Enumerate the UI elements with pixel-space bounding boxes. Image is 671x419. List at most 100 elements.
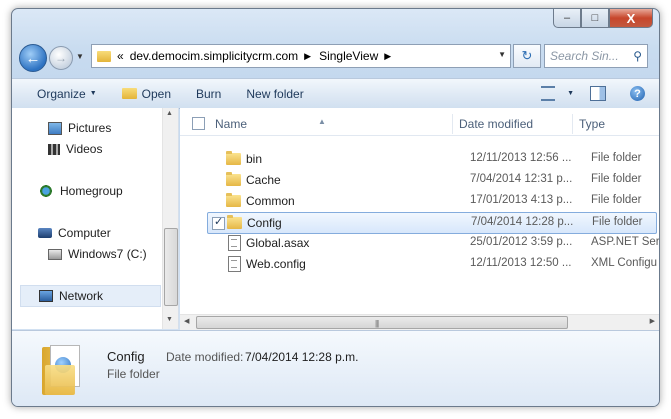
- file-type: File folder: [592, 216, 643, 228]
- sidebar-item-windows7[interactable]: Windows7 (C:): [48, 247, 147, 261]
- chevron-down-icon: ▼: [89, 90, 97, 97]
- maximize-button[interactable]: □: [581, 9, 609, 28]
- details-pane: Config File folder Date modified: 7/04/2…: [12, 330, 659, 406]
- details-item-type: File folder: [107, 367, 160, 381]
- open-icon: [121, 88, 137, 99]
- sidebar-scroll-thumb[interactable]: [164, 228, 178, 306]
- asax-file-icon: [228, 235, 241, 251]
- address-bar[interactable]: « dev.democim.simplicitycrm.com ▶ Single…: [91, 44, 511, 68]
- search-box[interactable]: Search Sin... ⚲: [544, 44, 648, 68]
- config-file-icon: [228, 256, 241, 272]
- burn-label: Burn: [196, 86, 222, 101]
- sidebar-item-videos[interactable]: Videos: [48, 142, 102, 156]
- column-divider[interactable]: [572, 114, 573, 134]
- sidebar-item-label: Windows7 (C:): [68, 247, 147, 261]
- sidebar-item-homegroup[interactable]: Homegroup: [38, 184, 123, 198]
- close-button[interactable]: X: [609, 9, 653, 28]
- new-folder-button[interactable]: New folder: [246, 87, 303, 101]
- network-icon: [39, 290, 53, 302]
- drive-icon: [48, 248, 62, 260]
- file-date: 12/11/2013 12:50 ...: [470, 257, 572, 269]
- organize-button[interactable]: Organize ▼: [37, 87, 97, 101]
- column-type[interactable]: Type: [579, 117, 605, 131]
- file-row-common[interactable]: Common 17/01/2013 4:13 p... File folder: [207, 191, 655, 211]
- change-view-icon[interactable]: [541, 86, 556, 101]
- horizontal-scroll-thumb[interactable]: |||: [196, 316, 568, 329]
- pictures-icon: [48, 121, 62, 135]
- file-row-global-asax[interactable]: Global.asax 25/01/2012 3:59 p... ASP.NET…: [207, 233, 659, 253]
- help-icon[interactable]: ?: [630, 86, 645, 101]
- videos-icon: [48, 143, 60, 155]
- sidebar-item-label: Videos: [66, 142, 103, 156]
- file-date: 25/01/2012 3:59 p...: [470, 236, 573, 248]
- open-label: Open: [141, 86, 171, 101]
- scroll-down-icon[interactable]: ▼: [166, 316, 173, 323]
- search-icon[interactable]: ⚲: [633, 49, 642, 63]
- file-type: File folder: [591, 173, 642, 185]
- window-controls: – □ X: [553, 9, 653, 28]
- scroll-up-icon[interactable]: ▲: [166, 110, 173, 117]
- column-name[interactable]: Name: [215, 117, 247, 131]
- file-type: File folder: [591, 194, 642, 206]
- row-checkbox[interactable]: ✓: [212, 216, 225, 230]
- details-date-label: Date modified:: [166, 350, 244, 364]
- file-row-bin[interactable]: bin 12/11/2013 12:56 ... File folder: [207, 149, 655, 169]
- horizontal-scrollbar[interactable]: ◀ ||| ▶: [180, 314, 659, 330]
- column-date-modified[interactable]: Date modified: [459, 117, 533, 131]
- folder-icon: [226, 151, 241, 165]
- refresh-button[interactable]: ↻: [513, 44, 541, 68]
- back-button[interactable]: ←: [19, 44, 47, 72]
- command-bar: Organize ▼ Open Burn New folder ▼ ?: [12, 78, 659, 109]
- explorer-window: – □ X ← → ▼ « dev.democim.simplicitycrm.…: [11, 8, 660, 407]
- file-row-config[interactable]: ✓ Config 7/04/2014 12:28 p... File folde…: [207, 212, 657, 234]
- folder-icon: [226, 172, 241, 186]
- folder-thumbnail-icon: [42, 343, 82, 395]
- column-divider[interactable]: [452, 114, 453, 134]
- sidebar-item-computer[interactable]: Computer: [38, 226, 111, 240]
- file-name: Web.config: [246, 257, 306, 271]
- sort-ascending-icon: ▲: [318, 117, 326, 126]
- breadcrumb-singleview[interactable]: SingleView: [319, 49, 378, 63]
- burn-button[interactable]: Burn: [196, 87, 221, 101]
- search-input[interactable]: Search Sin...: [550, 49, 633, 63]
- scroll-left-icon[interactable]: ◀: [184, 317, 189, 325]
- column-header: ▲ Name Date modified Type: [180, 111, 659, 136]
- preview-pane-icon[interactable]: [590, 86, 606, 101]
- chevron-right-icon[interactable]: ▶: [384, 51, 391, 62]
- recent-pages-dropdown[interactable]: ▼: [76, 52, 84, 61]
- file-name: Common: [246, 194, 295, 208]
- sidebar-scrollbar[interactable]: ▲ ▼: [162, 108, 178, 329]
- file-date: 7/04/2014 12:31 p...: [470, 173, 573, 185]
- sidebar-item-label: Computer: [58, 226, 111, 240]
- details-date-value: 7/04/2014 12:28 p.m.: [245, 350, 359, 364]
- sidebar-item-label: Homegroup: [60, 184, 123, 198]
- view-options-dropdown-icon[interactable]: ▼: [567, 90, 574, 97]
- sidebar-item-pictures[interactable]: Pictures: [48, 121, 111, 135]
- address-dropdown-icon[interactable]: ▼: [498, 50, 506, 59]
- file-type: File folder: [591, 152, 642, 164]
- file-date: 7/04/2014 12:28 p...: [471, 216, 574, 228]
- file-row-web-config[interactable]: Web.config 12/11/2013 12:50 ... XML Conf…: [207, 254, 658, 274]
- scroll-right-icon[interactable]: ▶: [650, 317, 655, 325]
- checkmark-icon: ✓: [214, 216, 224, 228]
- file-type: ASP.NET Serv: [591, 236, 660, 248]
- file-name: Config: [247, 216, 282, 230]
- file-type: XML Configu: [591, 257, 658, 269]
- select-all-checkbox[interactable]: [192, 117, 205, 130]
- file-row-cache[interactable]: Cache 7/04/2014 12:31 p... File folder: [207, 170, 655, 190]
- open-button[interactable]: Open: [121, 86, 171, 101]
- file-date: 12/11/2013 12:56 ...: [470, 152, 572, 164]
- folder-icon: [226, 193, 241, 207]
- breadcrumb-overflow[interactable]: «: [117, 49, 124, 63]
- organize-label: Organize: [37, 86, 86, 101]
- forward-arrow-icon: →: [55, 51, 67, 65]
- navigation-pane: Pictures Videos Homegroup Computer Windo…: [12, 108, 179, 329]
- view-controls: ▼ ?: [541, 79, 659, 108]
- computer-icon: [38, 228, 52, 238]
- sidebar-item-network[interactable]: Network: [20, 285, 161, 307]
- file-name: Global.asax: [246, 236, 310, 250]
- breadcrumb-site[interactable]: dev.democim.simplicitycrm.com: [130, 49, 298, 63]
- forward-button[interactable]: →: [49, 46, 73, 70]
- chevron-right-icon[interactable]: ▶: [304, 51, 311, 62]
- minimize-button[interactable]: –: [553, 9, 581, 28]
